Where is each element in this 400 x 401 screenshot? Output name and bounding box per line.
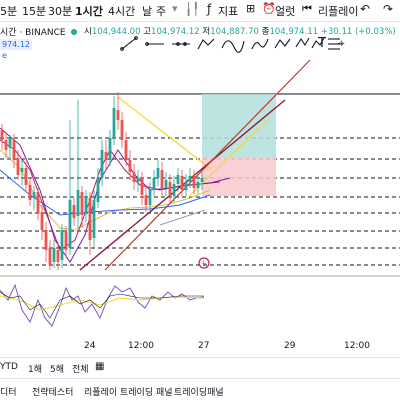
bottom-range-bar: YTD 1해 5해 전체 ▦ [0, 357, 400, 378]
indicators-fx-icon[interactable]: ƒ [207, 2, 211, 16]
candle-body [156, 168, 160, 178]
alert-clock-icon[interactable]: ⏰ [262, 2, 276, 15]
candle-style-icon[interactable]: ╽╿ [185, 2, 199, 16]
alert-button[interactable]: 얼럿 [275, 3, 295, 19]
candle-body [12, 140, 16, 160]
candle-body [188, 176, 192, 182]
candle-body [160, 170, 164, 188]
candle-body [108, 138, 112, 160]
candle-body [148, 190, 152, 205]
candle-body [176, 175, 180, 184]
price-chart[interactable]: ϟ [0, 21, 400, 357]
candle-body [4, 140, 8, 150]
bottom-panel-tabs: 디터 전략테스터 리플레이 트레이딩 패널 트레이딩패널 [0, 378, 400, 401]
time-label-24: 24 [84, 341, 96, 351]
timeframe-1h[interactable]: 1시간 [75, 3, 103, 19]
tab-pine-editor[interactable]: 디터 [0, 385, 17, 398]
candle-body [112, 108, 116, 138]
time-label-1200-b: 12:00 [344, 341, 370, 351]
candle-body [92, 200, 96, 238]
replay-icon[interactable]: ⏮ [302, 2, 312, 16]
ma-yellow-line [0, 149, 211, 231]
candle-body [172, 184, 176, 196]
timeframe-day[interactable]: 날 [142, 3, 152, 19]
candle-body [96, 178, 100, 202]
layout-grid-icon[interactable]: ⊞ [246, 2, 255, 15]
timeframe-30m[interactable]: 30분 [48, 3, 72, 19]
replay-button[interactable]: 리플레이 [318, 3, 358, 19]
candle-body [36, 192, 40, 214]
time-label-1200-a: 12:00 [128, 341, 154, 351]
lightning-glyph: ϟ [202, 260, 207, 268]
candle-body [144, 195, 148, 205]
candle-body [184, 182, 188, 190]
candle-body [104, 152, 108, 160]
candle-body [168, 182, 172, 196]
candle-body [152, 178, 156, 190]
range-1y-button[interactable]: 1해 [28, 362, 42, 375]
candle-body [16, 158, 20, 175]
top-toolbar: 5분 15분 30분 1시간 4시간 날 주 ▾ ╽╿ ƒ 지표 ⊞ ⏰ 얼럿 … [0, 0, 400, 22]
candle-body [64, 232, 68, 250]
stop-zone[interactable] [202, 158, 276, 196]
indicators-button[interactable]: 지표 [218, 3, 238, 19]
candle-body [84, 196, 88, 214]
range-all-button[interactable]: 전체 [72, 362, 89, 375]
candle-body [88, 198, 92, 240]
undo-icon[interactable]: ↶ [360, 2, 370, 16]
timeframe-5m[interactable]: 5분 [0, 3, 17, 19]
candle-body [8, 138, 12, 148]
candle-body [192, 176, 196, 188]
candle-body [116, 110, 120, 120]
tab-strategy-tester[interactable]: 전략테스터 [32, 385, 73, 398]
time-label-27: 27 [198, 341, 210, 351]
candle-body [136, 178, 140, 182]
tab-trading-panel[interactable]: 트레이딩패널 [174, 385, 224, 398]
timeframe-week[interactable]: 주 [156, 3, 166, 19]
chevron-down-icon[interactable]: ▾ [172, 2, 178, 15]
candle-body [140, 178, 144, 195]
candle-body [76, 190, 80, 216]
candle-body [200, 178, 204, 182]
gray-trendline [159, 209, 206, 226]
candle-body [0, 130, 4, 140]
candlesticks [0, 92, 204, 270]
candle-body [120, 120, 124, 140]
range-ytd-button[interactable]: YTD [0, 362, 18, 372]
candle-body [128, 160, 132, 172]
timeframe-4h[interactable]: 4시간 [108, 3, 135, 19]
candle-body [180, 176, 184, 190]
candle-body [164, 180, 168, 188]
candle-body [56, 250, 60, 262]
candle-body [80, 192, 84, 215]
candle-body [48, 248, 52, 265]
candle-body [44, 230, 48, 250]
support-trendline-2 [104, 59, 311, 271]
date-range-calendar-icon[interactable]: ▦ [95, 361, 104, 372]
candle-body [124, 140, 128, 160]
tab-replay-trading-panel[interactable]: 리플레이 트레이딩 패널 [84, 385, 173, 398]
rsi-ma-line [0, 295, 205, 311]
candle-body [20, 168, 24, 172]
redo-icon[interactable]: ↷ [383, 2, 393, 16]
candle-body [52, 248, 56, 262]
range-5y-button[interactable]: 5해 [50, 362, 64, 375]
candle-body [132, 172, 136, 182]
candle-body [100, 150, 104, 178]
candle-body [28, 185, 32, 200]
candle-body [32, 192, 36, 198]
timeframe-15m[interactable]: 15분 [22, 3, 46, 19]
candle-body [68, 200, 72, 248]
candle-body [196, 182, 200, 188]
time-label-29: 29 [284, 341, 296, 351]
candle-body [40, 212, 44, 230]
candle-body [72, 205, 76, 218]
candle-body [60, 230, 64, 260]
candle-body [24, 168, 28, 185]
